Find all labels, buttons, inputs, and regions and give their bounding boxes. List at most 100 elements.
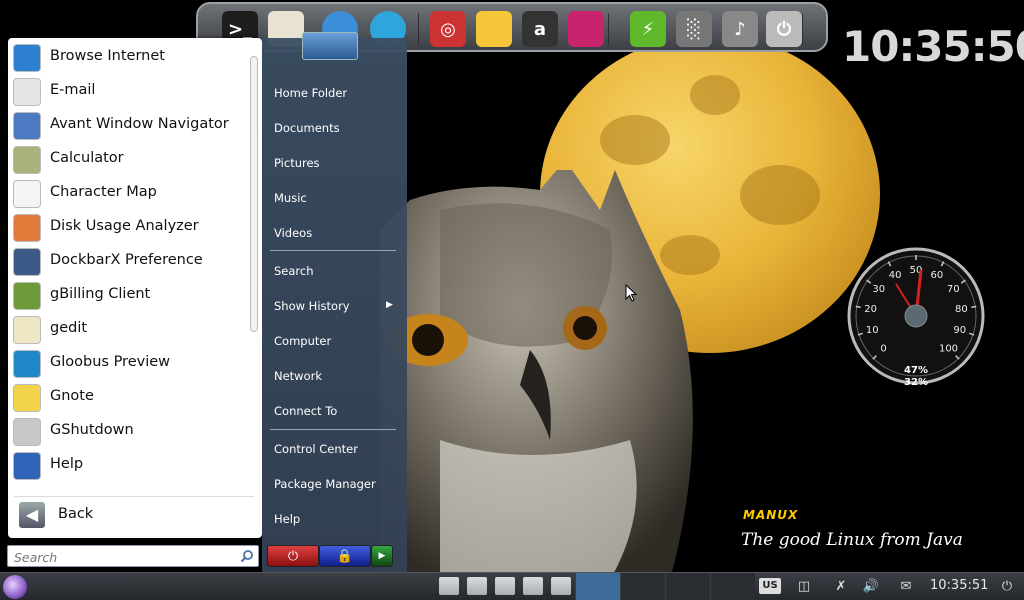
app-item[interactable]: GShutdown bbox=[10, 415, 246, 447]
app-item[interactable]: Gnote bbox=[10, 381, 246, 413]
battery-icon: ⚡ bbox=[641, 18, 655, 40]
dock-disc-burner-launcher[interactable]: ◎ bbox=[430, 11, 466, 47]
gauge-tick-label: 30 bbox=[872, 284, 885, 295]
app-label: Gloobus Preview bbox=[50, 354, 171, 370]
back-separator bbox=[14, 496, 254, 497]
search-box[interactable] bbox=[7, 545, 259, 567]
gauge-tick-label: 90 bbox=[953, 325, 966, 336]
network-tray-icon[interactable]: ✗ bbox=[832, 578, 850, 596]
app-item[interactable]: Avant Window Navigator bbox=[10, 109, 246, 141]
gauge-tick-label: 40 bbox=[889, 270, 902, 281]
app-label: Calculator bbox=[50, 150, 124, 166]
app-label: gBilling Client bbox=[50, 286, 151, 302]
taskbar-window-2[interactable] bbox=[467, 577, 487, 595]
volume-tray-icon[interactable]: 🔊 bbox=[862, 578, 880, 596]
place-item[interactable]: Show History bbox=[274, 299, 350, 313]
app-icon bbox=[13, 248, 41, 276]
dock-cheese-launcher[interactable] bbox=[476, 11, 512, 47]
lock-button[interactable]: 🔒 bbox=[319, 545, 371, 567]
dock-battery-launcher[interactable]: ⚡ bbox=[630, 11, 666, 47]
cpu-gauge-widget: 010203040 50 60708090100 47% 32% bbox=[847, 247, 985, 386]
places-separator bbox=[270, 429, 396, 430]
main-menu-button[interactable] bbox=[3, 575, 27, 599]
app-label: DockbarX Preference bbox=[50, 252, 203, 268]
search-input[interactable] bbox=[12, 547, 238, 567]
dock-separator bbox=[418, 13, 419, 45]
taskbar-window-5[interactable] bbox=[551, 577, 571, 595]
taskbar-window-4[interactable] bbox=[523, 577, 543, 595]
app-item[interactable]: Character Map bbox=[10, 177, 246, 209]
taskbar: US ◫ ✗ 🔊 ✉ 10:35:51 ⏻ bbox=[0, 572, 1024, 600]
place-item[interactable]: Connect To bbox=[274, 404, 337, 418]
app-icon bbox=[13, 214, 41, 242]
search-icon[interactable] bbox=[240, 549, 254, 563]
place-item[interactable]: Package Manager bbox=[274, 477, 376, 491]
app-label: Gnote bbox=[50, 388, 94, 404]
apps-scrollbar-thumb[interactable] bbox=[250, 56, 258, 332]
start-menu-apps-panel: Browse Internet E-mail Avant Window Naviga… bbox=[8, 38, 262, 538]
app-icon bbox=[13, 452, 41, 480]
disc-burner-icon: ◎ bbox=[440, 18, 456, 40]
app-item[interactable]: Disk Usage Analyzer bbox=[10, 211, 246, 243]
app-item[interactable]: gBilling Client bbox=[10, 279, 246, 311]
keyboard-layout-indicator[interactable]: US bbox=[759, 578, 781, 594]
place-item[interactable]: Control Center bbox=[274, 442, 358, 456]
workspace-2[interactable] bbox=[620, 573, 665, 600]
app-item[interactable]: E-mail bbox=[10, 75, 246, 107]
gauge-tick-label: 0 bbox=[880, 344, 886, 355]
apps-scrollbar[interactable] bbox=[249, 52, 259, 522]
place-item[interactable]: Music bbox=[274, 191, 307, 205]
battery-tray-icon[interactable]: ◫ bbox=[795, 578, 813, 596]
app-label: GShutdown bbox=[50, 422, 134, 438]
power-tray-icon[interactable]: ⏻ bbox=[998, 578, 1016, 596]
app-label: Character Map bbox=[50, 184, 157, 200]
place-item[interactable]: Videos bbox=[274, 226, 312, 240]
app-icon bbox=[13, 44, 41, 72]
app-item[interactable]: Calculator bbox=[10, 143, 246, 175]
app-label: gedit bbox=[50, 320, 88, 336]
taskbar-window-3[interactable] bbox=[495, 577, 515, 595]
app-icon bbox=[13, 316, 41, 344]
app-label: Browse Internet bbox=[50, 48, 165, 64]
app-icon bbox=[13, 384, 41, 412]
place-item[interactable]: Pictures bbox=[274, 156, 320, 170]
app-label: Avant Window Navigator bbox=[50, 116, 229, 132]
workspace-4[interactable] bbox=[710, 573, 755, 600]
app-item[interactable]: Browse Internet bbox=[10, 41, 246, 73]
place-item[interactable]: Network bbox=[274, 369, 322, 383]
power-icon: ⏻ bbox=[287, 548, 299, 564]
back-button[interactable]: ◀ Back bbox=[16, 500, 236, 530]
app-label: E-mail bbox=[50, 82, 96, 98]
app-item[interactable]: gedit bbox=[10, 313, 246, 345]
user-avatar[interactable] bbox=[302, 32, 358, 60]
place-item[interactable]: Documents bbox=[274, 121, 340, 135]
place-item[interactable]: Computer bbox=[274, 334, 331, 348]
app-item[interactable]: Gloobus Preview bbox=[10, 347, 246, 379]
gauge-tick-mark bbox=[971, 305, 977, 308]
app-item[interactable]: Help bbox=[10, 449, 246, 481]
shutdown-button[interactable]: ⏻ bbox=[267, 545, 319, 567]
session-buttons: ⏻ 🔒 ▶ bbox=[267, 545, 395, 567]
mail-tray-icon[interactable]: ✉ bbox=[897, 578, 915, 596]
taskbar-clock[interactable]: 10:35:51 bbox=[930, 578, 988, 593]
workspace-3[interactable] bbox=[665, 573, 710, 600]
place-item[interactable]: Help bbox=[274, 512, 300, 526]
dock-gufw-launcher[interactable] bbox=[568, 11, 604, 47]
dock-trash-launcher[interactable]: ░ bbox=[676, 11, 712, 47]
app-icon bbox=[13, 180, 41, 208]
gauge-tick-label: 10 bbox=[866, 325, 879, 336]
place-item[interactable]: Home Folder bbox=[274, 86, 347, 100]
submenu-arrow-icon: ▶ bbox=[386, 300, 393, 310]
app-item[interactable]: DockbarX Preference bbox=[10, 245, 246, 277]
app-icon bbox=[13, 350, 41, 378]
app-label: Disk Usage Analyzer bbox=[50, 218, 199, 234]
app-icon bbox=[13, 78, 41, 106]
session-menu-button[interactable]: ▶ bbox=[371, 545, 393, 567]
dock-volume-launcher[interactable]: ♪ bbox=[722, 11, 758, 47]
workspace-1[interactable] bbox=[575, 573, 620, 600]
taskbar-window-1[interactable] bbox=[439, 577, 459, 595]
dock-power-launcher[interactable]: ⏻ bbox=[766, 11, 802, 47]
wallpaper-tagline: The good Linux from Java bbox=[741, 530, 963, 550]
dock-anki-launcher[interactable]: a bbox=[522, 11, 558, 47]
place-item[interactable]: Search bbox=[274, 264, 314, 278]
